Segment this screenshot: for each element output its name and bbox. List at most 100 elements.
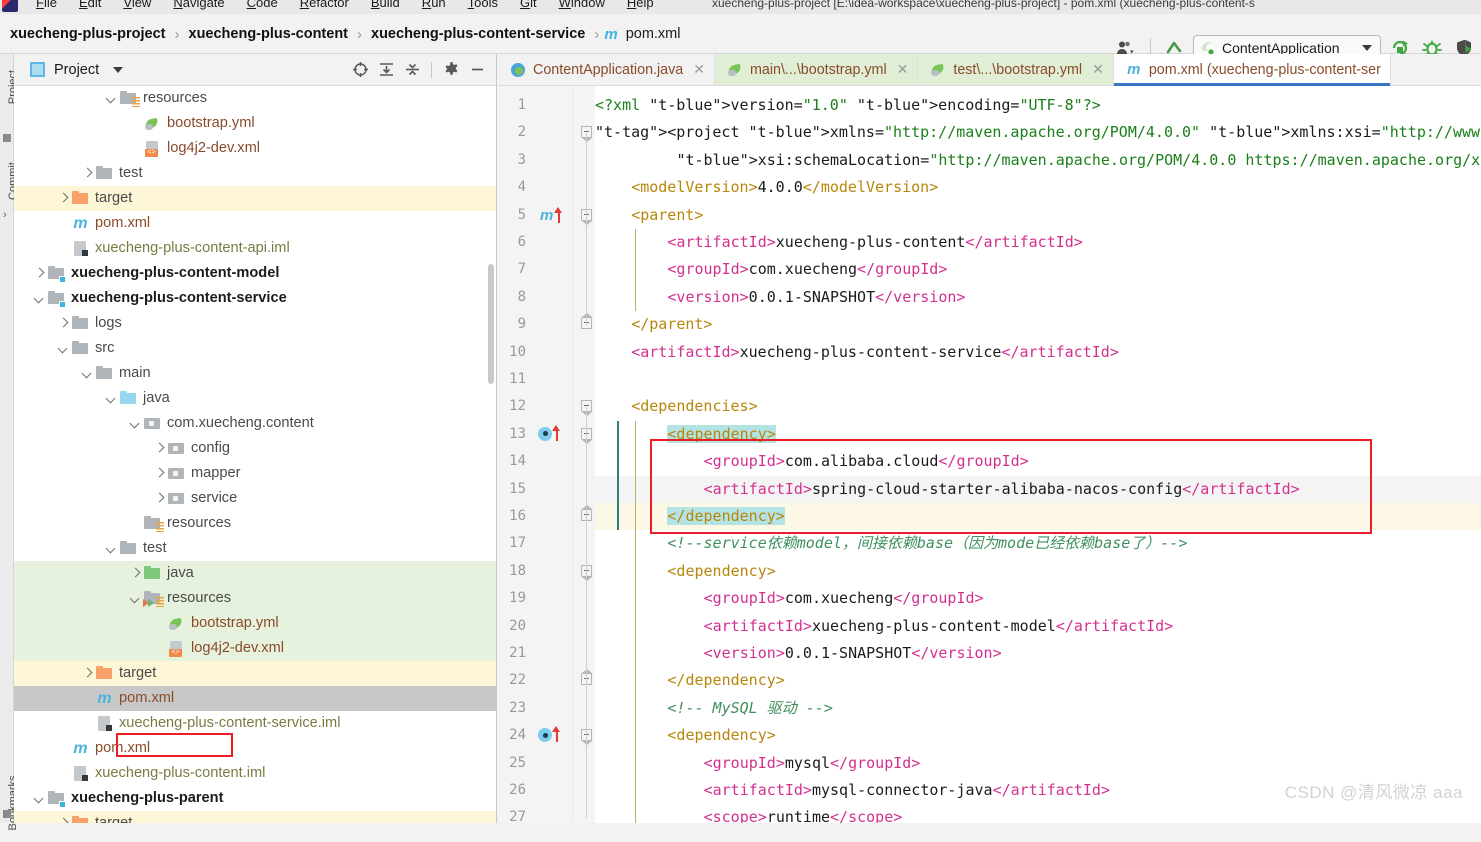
editor-tab-2[interactable]: test\...\bootstrap.yml✕ <box>918 54 1113 85</box>
menu-item-help[interactable]: Help <box>627 0 654 10</box>
menu-item-view[interactable]: View <box>123 0 151 10</box>
code-line-15[interactable]: <artifactId>spring-cloud-starter-alibaba… <box>595 476 1481 503</box>
tree-node-resources[interactable]: resources <box>14 586 497 611</box>
editor-tab-bar[interactable]: ContentApplication.java✕main\...\bootstr… <box>498 54 1481 86</box>
code-line-23[interactable]: <!-- MySQL 驱动 --> <box>595 695 1481 722</box>
code-line-24[interactable]: <dependency> <box>595 722 1481 749</box>
rail-expand-arrow-icon[interactable]: › <box>3 209 7 221</box>
editor-tab-3[interactable]: mpom.xml (xuecheng-plus-content-ser <box>1114 54 1391 85</box>
tree-node-main[interactable]: main <box>14 361 497 386</box>
tree-node-xuecheng-plus-content-service-iml[interactable]: xuecheng-plus-content-service.iml <box>14 711 497 736</box>
tree-node-java[interactable]: java <box>14 386 497 411</box>
code-line-7[interactable]: <groupId>com.xuecheng</groupId> <box>595 256 1481 283</box>
tree-toggle-open-icon[interactable] <box>128 591 144 607</box>
breadcrumb[interactable]: xuecheng-plus-project›xuecheng-plus-cont… <box>6 14 684 54</box>
tree-node-test[interactable]: test <box>14 161 497 186</box>
tree-toggle-closed-icon[interactable] <box>128 566 144 582</box>
close-icon[interactable]: ✕ <box>693 61 705 78</box>
code-line-3[interactable]: "t-blue">xsi:schemaLocation="http://mave… <box>595 147 1481 174</box>
tree-node-pom-xml[interactable]: mpom.xml <box>14 211 497 236</box>
code-line-17[interactable]: <!--service依赖model，间接依赖base（因为mode已经依赖ba… <box>595 530 1481 557</box>
tree-node-xuecheng-plus-parent[interactable]: xuecheng-plus-parent <box>14 786 497 811</box>
tree-toggle-open-icon[interactable] <box>56 341 72 357</box>
code-line-14[interactable]: <groupId>com.alibaba.cloud</groupId> <box>595 448 1481 475</box>
tree-node-target[interactable]: target <box>14 661 497 686</box>
inherited-member-arrow-icon[interactable] <box>552 425 561 441</box>
tree-node-bootstrap-yml[interactable]: bootstrap.yml <box>14 611 497 636</box>
tree-node-resources[interactable]: resources <box>14 86 497 111</box>
menu-item-window[interactable]: Window <box>559 0 605 10</box>
menu-item-navigate[interactable]: Navigate <box>173 0 224 10</box>
tree-node-target[interactable]: target <box>14 186 497 211</box>
close-icon[interactable]: ✕ <box>1092 61 1104 78</box>
dependency-gutter-icon[interactable] <box>538 427 552 441</box>
code-line-18[interactable]: <dependency> <box>595 558 1481 585</box>
code-line-21[interactable]: <version>0.0.1-SNAPSHOT</version> <box>595 640 1481 667</box>
locate-icon[interactable] <box>348 58 372 82</box>
menu-item-run[interactable]: Run <box>422 0 446 10</box>
menu-item-build[interactable]: Build <box>371 0 400 10</box>
menu-item-refactor[interactable]: Refactor <box>300 0 349 10</box>
tree-node-service[interactable]: service <box>14 486 497 511</box>
tree-toggle-open-icon[interactable] <box>104 391 120 407</box>
breadcrumb-item-2[interactable]: xuecheng-plus-content-service <box>367 26 589 42</box>
code-line-10[interactable]: <artifactId>xuecheng-plus-content-servic… <box>595 339 1481 366</box>
tree-toggle-closed-icon[interactable] <box>152 466 168 482</box>
tree-node-target[interactable]: target <box>14 811 497 823</box>
collapse-all-icon[interactable] <box>400 58 424 82</box>
tree-toggle-closed-icon[interactable] <box>32 266 48 282</box>
code-line-13[interactable]: <dependency> <box>595 421 1481 448</box>
tree-toggle-closed-icon[interactable] <box>56 816 72 824</box>
tree-node-pom-xml[interactable]: mpom.xml <box>14 686 497 711</box>
code-line-25[interactable]: <groupId>mysql</groupId> <box>595 750 1481 777</box>
breadcrumb-file[interactable]: pom.xml <box>622 26 685 42</box>
tree-node-src[interactable]: src <box>14 336 497 361</box>
code-line-20[interactable]: <artifactId>xuecheng-plus-content-model<… <box>595 613 1481 640</box>
code-line-1[interactable]: <?xml "t-blue">version="1.0" "t-blue">en… <box>595 92 1481 119</box>
editor-tab-0[interactable]: ContentApplication.java✕ <box>498 54 715 85</box>
expand-all-icon[interactable] <box>374 58 398 82</box>
editor-code-content[interactable]: <?xml "t-blue">version="1.0" "t-blue">en… <box>595 86 1481 823</box>
maven-reimport-icon[interactable]: m <box>540 202 553 229</box>
main-menu-bar[interactable]: File Edit View Navigate Code Refactor Build Run… <box>36 0 676 10</box>
inherited-member-arrow-icon[interactable] <box>552 726 561 742</box>
editor-gutter[interactable]: 1234567891011121314151617181920212223242… <box>498 86 573 823</box>
tree-node-test[interactable]: test <box>14 536 497 561</box>
project-tree[interactable]: resourcesbootstrap.ymllog4j2-dev.xmltest… <box>14 86 497 823</box>
code-line-8[interactable]: <version>0.0.1-SNAPSHOT</version> <box>595 284 1481 311</box>
code-line-19[interactable]: <groupId>com.xuecheng</groupId> <box>595 585 1481 612</box>
chevron-down-icon[interactable] <box>113 67 123 73</box>
gear-icon[interactable] <box>439 58 463 82</box>
menu-item-tools[interactable]: Tools <box>468 0 498 10</box>
menu-item-code[interactable]: Code <box>247 0 278 10</box>
code-line-16[interactable]: </dependency> <box>595 503 1481 530</box>
tree-node-java[interactable]: java <box>14 561 497 586</box>
tree-toggle-closed-icon[interactable] <box>56 191 72 207</box>
tree-toggle-open-icon[interactable] <box>32 291 48 307</box>
tree-toggle-closed-icon[interactable] <box>152 441 168 457</box>
tree-node-xuecheng-plus-content-api-iml[interactable]: xuecheng-plus-content-api.iml <box>14 236 497 261</box>
code-line-5[interactable]: <parent> <box>595 202 1481 229</box>
code-line-11[interactable] <box>595 366 1481 393</box>
code-line-6[interactable]: <artifactId>xuecheng-plus-content</artif… <box>595 229 1481 256</box>
tree-node-resources[interactable]: resources <box>14 511 497 536</box>
tree-node-mapper[interactable]: mapper <box>14 461 497 486</box>
code-line-12[interactable]: <dependencies> <box>595 393 1481 420</box>
menu-item-edit[interactable]: Edit <box>79 0 101 10</box>
code-line-22[interactable]: </dependency> <box>595 667 1481 694</box>
menu-item-file[interactable]: File <box>36 0 57 10</box>
breadcrumb-item-0[interactable]: xuecheng-plus-project <box>6 26 170 42</box>
tree-node-pom-xml[interactable]: mpom.xml <box>14 736 497 761</box>
code-line-2[interactable]: "t-tag"><project "t-blue">xmlns="http://… <box>595 119 1481 146</box>
tree-node-logs[interactable]: logs <box>14 311 497 336</box>
tree-node-config[interactable]: config <box>14 436 497 461</box>
tree-scrollbar[interactable] <box>488 264 494 384</box>
tree-toggle-open-icon[interactable] <box>128 416 144 432</box>
tree-node-com-xuecheng-content[interactable]: com.xuecheng.content <box>14 411 497 436</box>
tree-toggle-open-icon[interactable] <box>104 541 120 557</box>
tree-toggle-closed-icon[interactable] <box>80 166 96 182</box>
tree-node-log4j2-dev-xml[interactable]: log4j2-dev.xml <box>14 136 497 161</box>
tree-toggle-open-icon[interactable] <box>32 791 48 807</box>
tree-toggle-closed-icon[interactable] <box>80 666 96 682</box>
breadcrumb-item-1[interactable]: xuecheng-plus-content <box>185 26 353 42</box>
